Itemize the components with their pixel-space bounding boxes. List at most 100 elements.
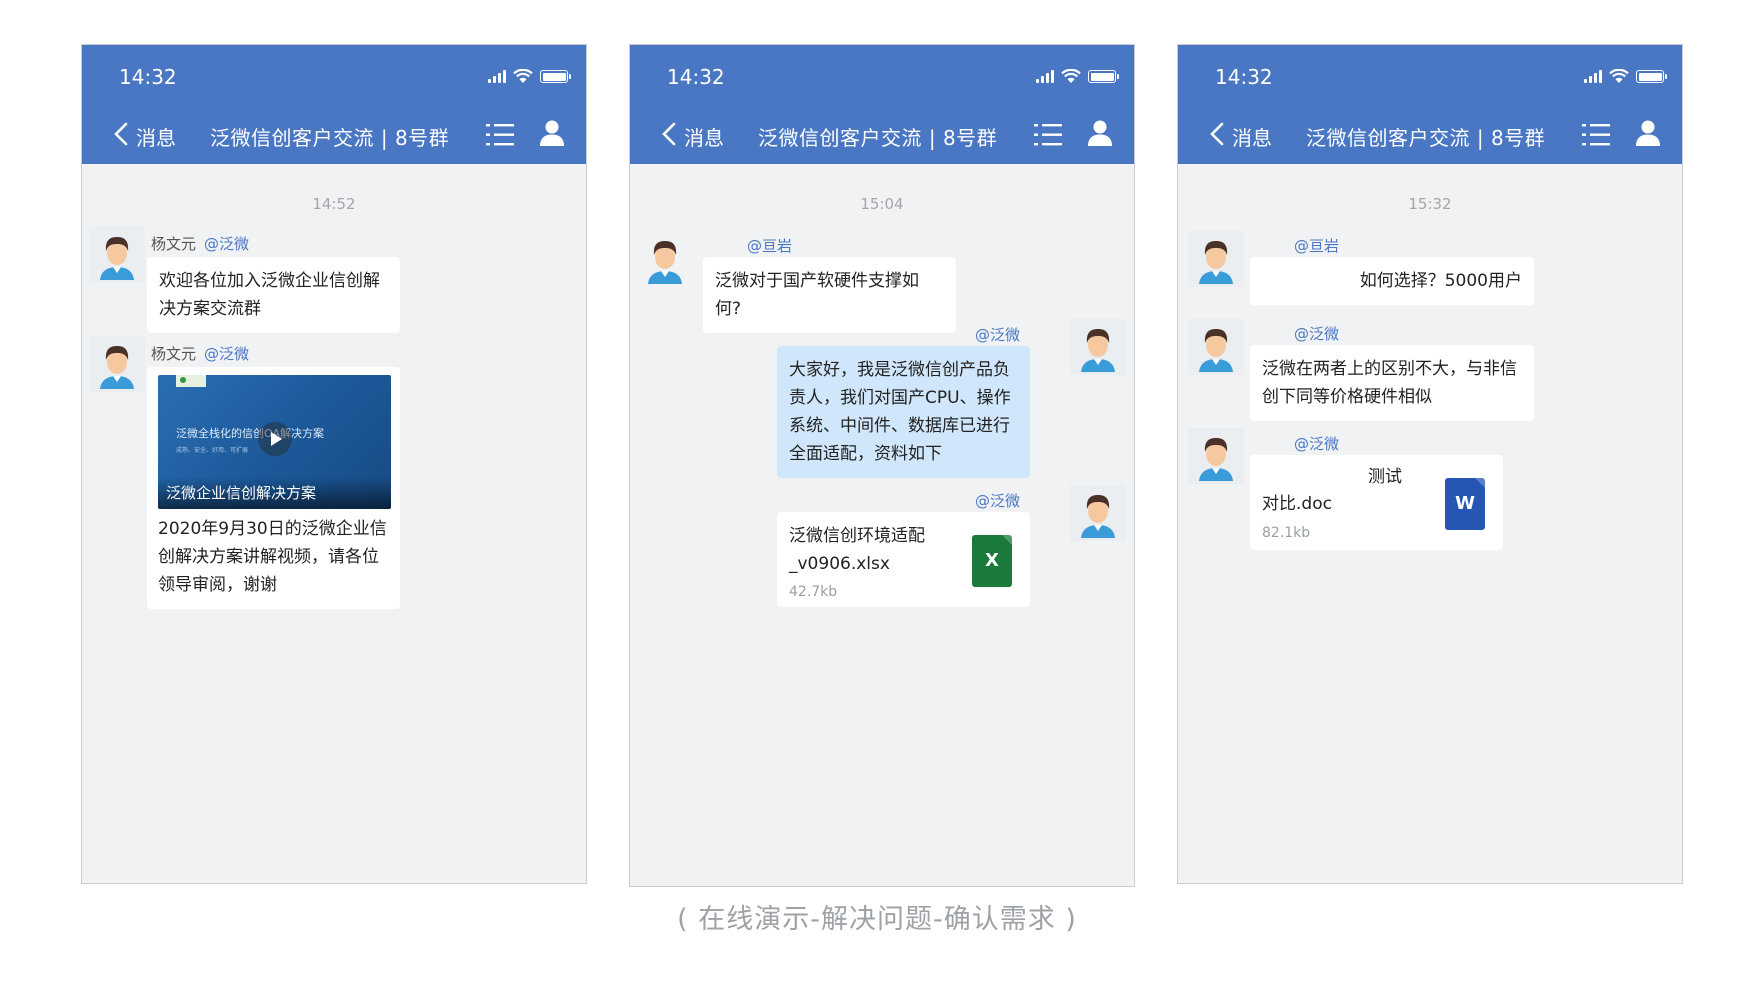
avatar[interactable] — [1070, 485, 1126, 541]
video-message-bubble[interactable]: 泛微全栈化的信创OA解决方案 成熟、安全、好用、可扩展 泛微企业信创解决方案 2… — [147, 367, 400, 609]
message-meta: @亘岩 — [747, 235, 792, 256]
avatar[interactable] — [1188, 428, 1244, 484]
avatar[interactable] — [1188, 231, 1244, 287]
time-separator: 15:32 — [1408, 195, 1452, 213]
file-name: 对比.doc — [1262, 494, 1332, 514]
avatar-icon — [1199, 241, 1233, 284]
back-chevron-icon[interactable] — [1202, 117, 1236, 151]
time-separator: 14:52 — [312, 195, 356, 213]
message-text: 泛微在两者上的区别不大，与非信创下同等价格硬件相似 — [1262, 359, 1517, 407]
status-time: 14:32 — [1215, 65, 1273, 89]
phone-screen-2: 14:32 消息 泛微信创客户交流 | 8号群 15:04 @亘岩 泛微对于国产… — [629, 44, 1135, 887]
video-thumbnail[interactable]: 泛微全栈化的信创OA解决方案 成熟、安全、好用、可扩展 泛微企业信创解决方案 — [158, 375, 391, 509]
phone-screen-3: 14:32 消息 泛微信创客户交流 | 8号群 15:32 @亘岩 如何选择？5… — [1177, 44, 1683, 884]
avatar-icon — [1199, 329, 1233, 372]
excel-file-icon[interactable]: X — [972, 535, 1012, 587]
status-time: 14:32 — [119, 65, 177, 89]
sender-name: 杨文元 — [151, 235, 197, 253]
message-meta: @亘岩 — [1294, 235, 1339, 256]
avatar-icon — [100, 237, 134, 280]
message-meta: @泛微 — [1294, 433, 1339, 454]
wifi-icon — [513, 69, 533, 83]
battery-icon — [1636, 70, 1667, 83]
back-button-label[interactable]: 消息 — [136, 122, 176, 151]
message-text: 2020年9月30日的泛微企业信创解决方案讲解视频，请各位领导审阅，谢谢 — [158, 519, 387, 595]
file-size: 82.1kb — [1262, 525, 1311, 541]
chat-title: 泛微信创客户交流 | 8号群 — [1306, 126, 1546, 150]
signal-icon — [1584, 70, 1602, 83]
message-text: 大家好，我是泛微信创产品负责人，我们对国产CPU、操作系统、中间件、数据库已进行… — [789, 360, 1011, 464]
word-file-icon[interactable]: W — [1445, 478, 1485, 530]
message-text: 如何选择？5000用户 — [1359, 271, 1522, 291]
chat-title: 泛微信创客户交流 | 8号群 — [758, 126, 998, 150]
avatar[interactable] — [1070, 319, 1126, 375]
user-icon[interactable] — [1634, 119, 1662, 147]
sender-name: 杨文元 — [151, 345, 197, 363]
user-icon[interactable] — [538, 119, 566, 147]
mention-tag[interactable]: @泛微 — [1294, 435, 1339, 453]
status-icons — [488, 69, 571, 84]
message-bubble[interactable]: 泛微对于国产软硬件支撑如何? — [703, 257, 956, 333]
file-message-bubble[interactable]: 泛微信创环境适配_v0906.xlsx 42.7kb X — [777, 512, 1030, 607]
avatar[interactable] — [89, 336, 145, 392]
nav-row: 消息 泛微信创客户交流 | 8号群 — [630, 113, 1134, 153]
time-separator: 15:04 — [860, 195, 904, 213]
back-button-label[interactable]: 消息 — [684, 122, 724, 151]
list-menu-icon[interactable] — [1582, 122, 1612, 148]
avatar-icon — [1081, 495, 1115, 538]
brand-logo-icon — [176, 375, 206, 387]
message-meta: @泛微 — [910, 490, 1020, 511]
wifi-icon — [1609, 69, 1629, 83]
top-bar: 14:32 消息 泛微信创客户交流 | 8号群 — [630, 45, 1134, 164]
list-menu-icon[interactable] — [1034, 122, 1064, 148]
message-meta: 杨文元 @泛微 — [151, 343, 249, 364]
list-menu-icon[interactable] — [486, 122, 516, 148]
chat-body: 15:04 @亘岩 泛微对于国产软硬件支撑如何? @泛微 大家好，我是泛微信创产… — [630, 164, 1134, 885]
message-meta: @泛微 — [1294, 323, 1339, 344]
avatar-icon — [100, 346, 134, 389]
message-bubble[interactable]: 如何选择？5000用户 — [1250, 257, 1534, 305]
mention-tag[interactable]: @亘岩 — [747, 237, 792, 255]
message-meta: 杨文元 @泛微 — [151, 233, 249, 254]
avatar-icon — [1081, 329, 1115, 372]
mention-tag[interactable]: @泛微 — [204, 235, 249, 253]
file-name: 泛微信创环境适配_v0906.xlsx — [789, 526, 925, 574]
status-icons — [1036, 69, 1119, 84]
avatar-icon — [1199, 438, 1233, 481]
nav-row: 消息 泛微信创客户交流 | 8号群 — [82, 113, 586, 153]
status-icons — [1584, 69, 1667, 84]
user-icon[interactable] — [1086, 119, 1114, 147]
play-icon[interactable] — [258, 422, 292, 456]
file-message-bubble[interactable]: 测试 对比.doc 82.1kb W — [1250, 455, 1503, 550]
status-time: 14:32 — [667, 65, 725, 89]
battery-icon — [540, 70, 571, 83]
top-bar: 14:32 消息 泛微信创客户交流 | 8号群 — [82, 45, 586, 164]
message-bubble[interactable]: 欢迎各位加入泛微企业信创解决方案交流群 — [147, 257, 400, 333]
battery-icon — [1088, 70, 1119, 83]
video-subtitle: 成熟、安全、好用、可扩展 — [176, 447, 249, 454]
mention-tag[interactable]: @泛微 — [975, 326, 1020, 344]
own-message-bubble[interactable]: 大家好，我是泛微信创产品负责人，我们对国产CPU、操作系统、中间件、数据库已进行… — [777, 346, 1030, 478]
video-caption: 泛微企业信创解决方案 — [158, 477, 391, 509]
chat-body: 15:32 @亘岩 如何选择？5000用户 @泛微 泛微在两者上的区别不大，与非… — [1178, 164, 1682, 883]
mention-tag[interactable]: @亘岩 — [1294, 237, 1339, 255]
signal-icon — [488, 70, 506, 83]
back-button-label[interactable]: 消息 — [1232, 122, 1272, 151]
file-title: 测试 — [1368, 467, 1402, 487]
footer-caption: ( 在线演示-解决问题-确认需求 ) — [677, 904, 1077, 935]
phone-screen-1: 14:32 消息 泛微信创客户交流 | 8号群 14:52 杨文元 @泛微 欢迎各… — [81, 44, 587, 884]
chat-body: 14:52 杨文元 @泛微 欢迎各位加入泛微企业信创解决方案交流群 杨文元 @泛微 … — [82, 164, 586, 883]
avatar[interactable] — [637, 231, 693, 287]
message-meta: @泛微 — [910, 324, 1020, 345]
mention-tag[interactable]: @泛微 — [204, 345, 249, 363]
message-text: 泛微对于国产软硬件支撑如何? — [715, 271, 919, 319]
top-bar: 14:32 消息 泛微信创客户交流 | 8号群 — [1178, 45, 1682, 164]
nav-row: 消息 泛微信创客户交流 | 8号群 — [1178, 113, 1682, 153]
back-chevron-icon[interactable] — [654, 117, 688, 151]
message-bubble[interactable]: 泛微在两者上的区别不大，与非信创下同等价格硬件相似 — [1250, 345, 1534, 421]
avatar[interactable] — [1188, 319, 1244, 375]
avatar[interactable] — [89, 227, 145, 283]
back-chevron-icon[interactable] — [106, 117, 140, 151]
mention-tag[interactable]: @泛微 — [975, 492, 1020, 510]
mention-tag[interactable]: @泛微 — [1294, 325, 1339, 343]
